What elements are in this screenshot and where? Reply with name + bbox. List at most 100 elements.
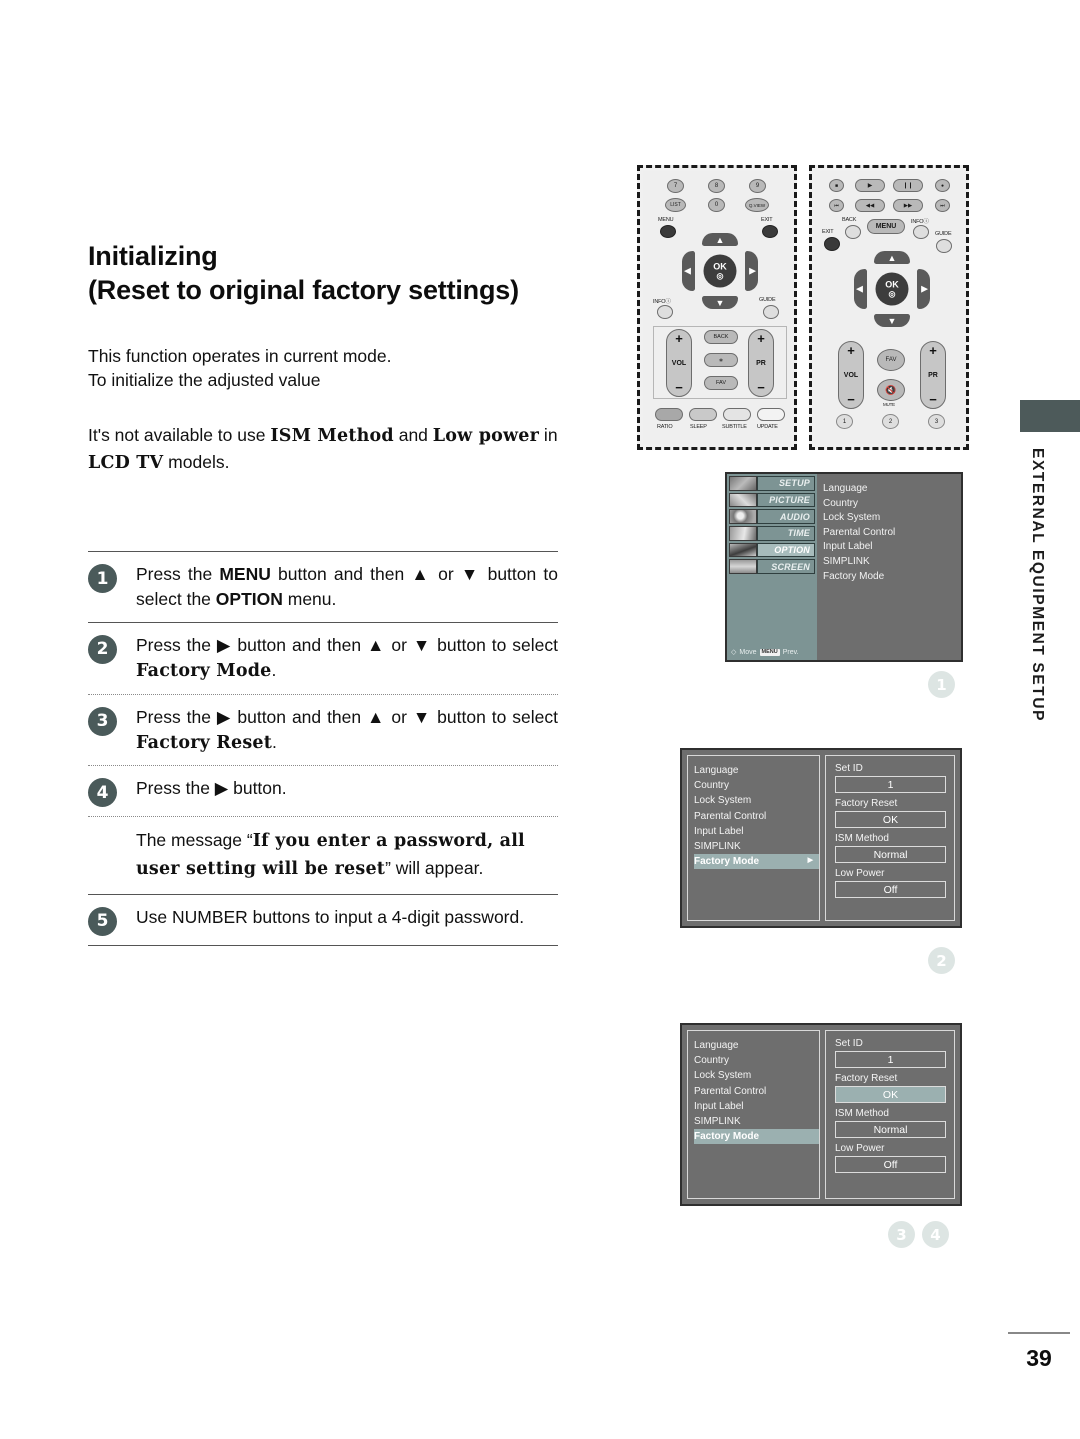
osd3-settings-panel: Set ID 1 Factory Reset OK ISM Method Nor… [825,1030,955,1199]
step-badge-2: 2 [88,634,117,664]
osd3-item-lock-system[interactable]: Lock System [694,1068,819,1083]
remote1-pr-rocker[interactable]: + PR − [748,329,774,397]
osd3-value-factory-reset[interactable]: OK [835,1086,946,1103]
osd3-value-low-power[interactable]: Off [835,1156,946,1173]
remote2-key-menu[interactable]: MENU [867,219,905,234]
remote1-dpad-up[interactable]: ▲ [702,233,738,246]
osd2-item-input-label[interactable]: Input Label [694,824,819,839]
remote1-key-ratio[interactable] [655,408,683,421]
osd-item-factory-mode[interactable]: Factory Mode [823,570,961,585]
remote2-dpad-down[interactable]: ▼ [874,314,910,327]
remote1-key-7[interactable]: 7 [667,179,684,193]
remote2-key-record[interactable]: ● [935,179,950,192]
osd-item-lock-system[interactable]: Lock System [823,511,961,526]
osd2-value-set-id[interactable]: 1 [835,776,946,793]
remote2-key-guide[interactable] [936,239,952,253]
osd2-item-language[interactable]: Language [694,763,819,778]
remote2-key-ok[interactable]: OK ◎ [875,272,909,306]
osd3-item-parental-control[interactable]: Parental Control [694,1084,819,1099]
remote2-key-back[interactable] [845,225,861,239]
remote-controls-figure: 7 8 9 LIST 0 Q.VIEW MENU EXIT ▲ ▼ ◀ ▶ OK… [637,165,969,450]
remote1-key-sleep[interactable] [689,408,717,421]
remote2-key-forward[interactable]: ▶▶ [893,199,923,212]
remote2-key-mute[interactable]: 🔇 [877,379,905,401]
remote2-key-3[interactable]: 3 [928,414,945,429]
remote1-key-8[interactable]: 8 [708,179,725,193]
remote2-dpad-right[interactable]: ▶ [917,269,930,309]
page-title: Initializing [88,241,218,271]
remote1-key-info[interactable] [657,305,673,319]
ok-dot-icon-2: ◎ [888,289,896,298]
time-icon [729,526,757,541]
step-4: 4 Press the ▶ button. [88,766,558,816]
osd-nav-option[interactable]: OPTION [729,542,815,558]
osd-item-language[interactable]: Language [823,482,961,497]
remote2-key-stop[interactable]: ■ [829,179,844,192]
remote1-dpad-down[interactable]: ▼ [702,296,738,309]
footer-divider [1008,1332,1070,1334]
remote1-key-menu[interactable] [660,225,676,238]
remote1-key-update[interactable] [757,408,785,421]
osd3-item-input-label[interactable]: Input Label [694,1099,819,1114]
osd-nav-setup[interactable]: SETUP [729,476,815,491]
remote2-key-next[interactable]: ⏭ [935,199,950,212]
osd3-item-factory-mode[interactable]: Factory Mode [694,1129,819,1145]
remote2-key-info[interactable] [913,225,929,239]
remote2-key-1[interactable]: 1 [836,414,853,429]
osd2-value-ism-method[interactable]: Normal [835,846,946,863]
remote2-dpad-left[interactable]: ◀ [854,269,867,309]
osd2-item-country[interactable]: Country [694,778,819,793]
remote1-key-ok[interactable]: OK ◎ [703,254,737,288]
osd-nav-time[interactable]: TIME [729,526,815,541]
osd-item-parental-control[interactable]: Parental Control [823,526,961,541]
remote1-key-list[interactable]: LIST [665,198,686,212]
osd-hint-move: Move [739,648,757,656]
remote1-key-back[interactable]: BACK [704,330,738,344]
osd2-item-lock-system[interactable]: Lock System [694,793,819,808]
osd3-item-simplink[interactable]: SIMPLINK [694,1114,819,1129]
osd-nav-screen[interactable]: SCREEN [729,559,815,574]
osd3-item-country[interactable]: Country [694,1053,819,1068]
osd2-item-factory-mode[interactable]: Factory Mode ▶ [694,854,819,870]
remote1-key-star[interactable]: ∗ [704,353,738,367]
osd-item-simplink[interactable]: SIMPLINK [823,555,961,570]
remote1-key-fav[interactable]: FAV [704,376,738,390]
remote1-key-0[interactable]: 0 [708,198,725,212]
remote2-dpad-up[interactable]: ▲ [874,251,910,264]
osd2-item-simplink[interactable]: SIMPLINK [694,839,819,854]
remote2-key-prev[interactable]: ⏮ [829,199,844,212]
remote1-dpad-left[interactable]: ◀ [682,251,695,291]
remote1-key-9[interactable]: 9 [749,179,766,193]
osd-item-country[interactable]: Country [823,497,961,512]
step-badge-5: 5 [88,906,117,936]
remote2-key-rewind[interactable]: ◀◀ [855,199,885,212]
remote2-key-pause[interactable]: ❙❙ [893,179,923,192]
osd3-factory-mode-label: Factory Mode [694,1131,760,1143]
remote2-key-2[interactable]: 2 [882,414,899,429]
remote1-key-guide[interactable] [763,305,779,319]
remote2-key-fav[interactable]: FAV [877,349,905,371]
remote1-key-qview[interactable]: Q.VIEW [745,198,769,212]
step-marker-1: 1 [928,671,955,698]
osd-nav-picture[interactable]: PICTURE [729,492,815,508]
note-suffix: in [539,425,558,446]
remote1-key-subtitle[interactable] [723,408,751,421]
remote1-dpad-right[interactable]: ▶ [745,251,758,291]
remote1-vol-rocker[interactable]: + VOL − [666,329,692,397]
remote2-key-exit[interactable] [824,237,840,251]
osd2-item-parental-control[interactable]: Parental Control [694,809,819,824]
remote2-key-play[interactable]: ▶ [855,179,885,192]
remote1-key-exit[interactable] [762,225,778,238]
osd-item-input-label[interactable]: Input Label [823,540,961,555]
remote2-vol-rocker[interactable]: + VOL − [838,341,864,409]
step1-option-key: OPTION [215,589,283,610]
remote2-label-guide: GUIDE [935,231,952,237]
osd3-value-set-id[interactable]: 1 [835,1051,946,1068]
ok-dot-icon: ◎ [716,271,724,280]
osd3-value-ism-method[interactable]: Normal [835,1121,946,1138]
osd2-value-factory-reset[interactable]: OK [835,811,946,828]
osd2-value-low-power[interactable]: Off [835,881,946,898]
osd3-item-language[interactable]: Language [694,1038,819,1053]
remote2-pr-rocker[interactable]: + PR − [920,341,946,409]
osd-nav-audio[interactable]: AUDIO [729,509,815,524]
